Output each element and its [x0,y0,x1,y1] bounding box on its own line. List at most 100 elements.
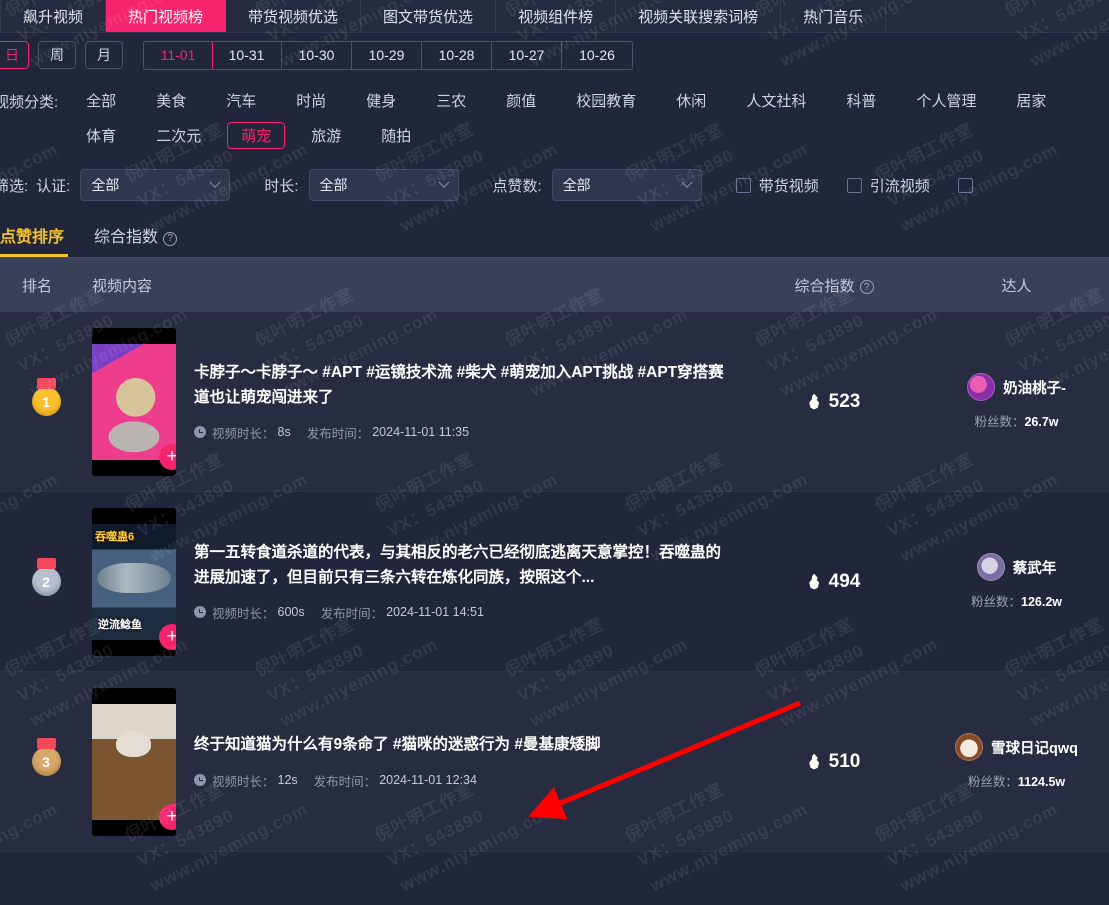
video-thumbnail[interactable]: + [92,327,176,476]
video-title[interactable]: 终于知道猫为什么有9条命了 #猫咪的迷惑行为 #曼基康矮脚 [194,733,600,757]
filter-checkbox-2[interactable] [957,177,981,193]
clock-icon [194,606,206,619]
rank-medal-icon: 2 [31,558,61,596]
likes-label: 点赞数: [492,177,542,195]
period-button-2[interactable]: 月 [85,41,123,69]
table-row[interactable]: 3 + 终于知道猫为什么有9条命了 #猫咪的迷惑行为 #曼基康矮脚 视频时长： 12s 发… [0,672,1109,852]
category-item-10[interactable]: 科普 [832,87,890,114]
likes-select[interactable]: 全部 [551,169,702,201]
author-cell[interactable]: 蔡武年粉丝数：126.2w [924,553,1109,610]
category-item-8[interactable]: 休闲 [662,87,720,114]
date-chip-5[interactable]: 10-27 [492,41,562,69]
category-item-13[interactable]: 体育 [72,122,130,149]
chevron-down-icon [681,176,693,188]
period-button-1[interactable]: 周 [38,41,76,69]
nav-tab-1[interactable]: 热门视频榜 [106,0,227,32]
filter-checkbox-0[interactable]: 带货视频 [735,175,819,196]
checkbox-icon[interactable] [846,177,862,193]
composite-index-cell: 510 [744,751,924,773]
category-item-11[interactable]: 个人管理 [902,87,990,114]
duration-select[interactable]: 全部 [308,169,459,201]
auth-select-value: 全部 [91,177,120,193]
filter-row: 筛选: 认证: 全部 时长: 全部 点赞数: 全部 带货视频 引流视频 [0,159,1109,211]
nav-tab-3[interactable]: 图文带货优选 [361,0,497,32]
author-cell[interactable]: 雪球日记qwq 粉丝数：1124.5w [924,733,1109,790]
top-navigation: 飙升视频 热门视频榜 带货视频优选 图文带货优选 视频组件榜 视频关联搜索词榜 热门音乐 [0,0,1109,33]
nav-tab-2[interactable]: 带货视频优选 [226,0,362,32]
category-item-1[interactable]: 美食 [142,87,200,114]
author-name: 蔡武年 [1012,560,1057,577]
video-content-cell: + 卡脖子～卡脖子～ #APT #运镜技术流 #柴犬 #萌宠加入APT挑战 #AP… [92,327,744,476]
add-icon[interactable]: + [159,803,176,830]
category-item-3[interactable]: 时尚 [282,87,340,114]
video-thumbnail[interactable]: + [92,687,176,836]
author-identity: 蔡武年 [976,553,1057,581]
period-row: 日周月 11-01 10-31 10-30 10-29 10-28 10-27 10-26 [0,33,1109,77]
publish-value: 2024-11-01 12:34 [379,773,477,787]
checkbox-label: 带货视频 [758,177,819,195]
checkbox-icon[interactable] [735,177,751,193]
category-item-0[interactable]: 全部 [72,87,130,114]
sort-tab-0[interactable]: 点赞排序 [0,223,69,257]
category-item-16[interactable]: 旅游 [297,122,355,149]
thumbnail-title-overlay: 吞噬蛊6 [95,530,135,543]
rank-medal-icon: 3 [31,738,61,776]
date-segmented-control[interactable]: 11-01 10-31 10-30 10-29 10-28 10-27 10-26 [143,40,633,70]
help-icon[interactable]: ? [163,231,178,246]
category-item-7[interactable]: 校园教育 [562,87,650,114]
duration-value: 8s [277,425,291,440]
chevron-down-icon [437,176,450,188]
rank-medal-icon: 1 [31,378,61,416]
nav-tab-0[interactable]: 飙升视频 [0,0,107,32]
composite-index-value: 510 [828,750,861,772]
checkbox-icon[interactable] [957,177,973,193]
checkbox-label: 引流视频 [869,177,930,195]
category-item-17[interactable]: 随拍 [367,122,425,149]
date-chip-4[interactable]: 10-28 [422,41,492,69]
filter-checkbox-1[interactable]: 引流视频 [846,175,930,196]
sort-tab-1[interactable]: 综合指数? [90,223,181,257]
video-content-cell: + 终于知道猫为什么有9条命了 #猫咪的迷惑行为 #曼基康矮脚 视频时长： 12s 发布… [92,687,744,836]
nav-tab-4[interactable]: 视频组件榜 [496,0,617,32]
nav-tab-5[interactable]: 视频关联搜索词榜 [616,0,782,32]
add-icon[interactable]: + [159,623,176,650]
thumbnail-image [92,703,176,820]
category-row: 视频分类: 全部 美食 汽车 时尚 健身 三农 颜值 校园教育 休闲 人文社科 科普 个人管理 居家体育… [0,77,1109,159]
duration-label: 视频时长： [212,606,275,621]
auth-select[interactable]: 全部 [80,169,231,201]
date-chip-0[interactable]: 11-01 [144,41,213,69]
category-item-12[interactable]: 居家 [1002,87,1060,114]
rank-cell: 1 [0,378,92,416]
help-icon[interactable]: ? [859,280,874,294]
video-thumbnail[interactable]: 吞噬蛊6 逆流鲶鱼 + [92,507,176,656]
sort-tab-label: 综合指数 [94,229,159,246]
date-chip-3[interactable]: 10-29 [352,41,422,69]
table-row[interactable]: 2 吞噬蛊6 逆流鲶鱼 + 第一五转食道杀道的代表，与其相反的老六已经彻底逃离天意掌控！… [0,492,1109,672]
date-chip-6[interactable]: 10-26 [562,42,632,69]
author-cell[interactable]: 奶油桃子- 粉丝数：26.7w [924,373,1109,430]
fans-label: 粉丝数： [974,415,1025,429]
likes-select-value: 全部 [562,177,591,193]
fans-value: 26.7w [1024,415,1059,429]
category-item-2[interactable]: 汽车 [212,87,270,114]
category-item-4[interactable]: 健身 [352,87,410,114]
date-chip-2[interactable]: 10-30 [282,41,352,69]
category-item-9[interactable]: 人文社科 [732,87,820,114]
flame-icon [809,393,820,410]
publish-value: 2024-11-01 14:51 [386,605,484,620]
video-title[interactable]: 卡脖子～卡脖子～ #APT #运镜技术流 #柴犬 #萌宠加入APT挑战 #APT… [194,361,729,409]
add-icon[interactable]: + [159,443,176,470]
author-name: 奶油桃子- [1003,380,1066,397]
header-index: 综合指数? [744,275,924,296]
period-button-0[interactable]: 日 [0,41,29,69]
category-item-5[interactable]: 三农 [422,87,480,114]
category-item-6[interactable]: 颜值 [492,87,550,114]
nav-tab-6[interactable]: 热门音乐 [781,0,887,32]
category-item-15[interactable]: 萌宠 [227,122,286,149]
date-chip-1[interactable]: 10-31 [212,41,282,69]
category-label: 视频分类: [0,94,59,111]
video-title[interactable]: 第一五转食道杀道的代表，与其相反的老六已经彻底逃离天意掌控！吞噬蛊的进展加速了，… [194,541,729,589]
category-item-14[interactable]: 二次元 [142,122,215,149]
table-row[interactable]: 1 + 卡脖子～卡脖子～ #APT #运镜技术流 #柴犬 #萌宠加入APT挑战 #A… [0,312,1109,492]
author-fans: 粉丝数：126.2w [971,591,1062,610]
